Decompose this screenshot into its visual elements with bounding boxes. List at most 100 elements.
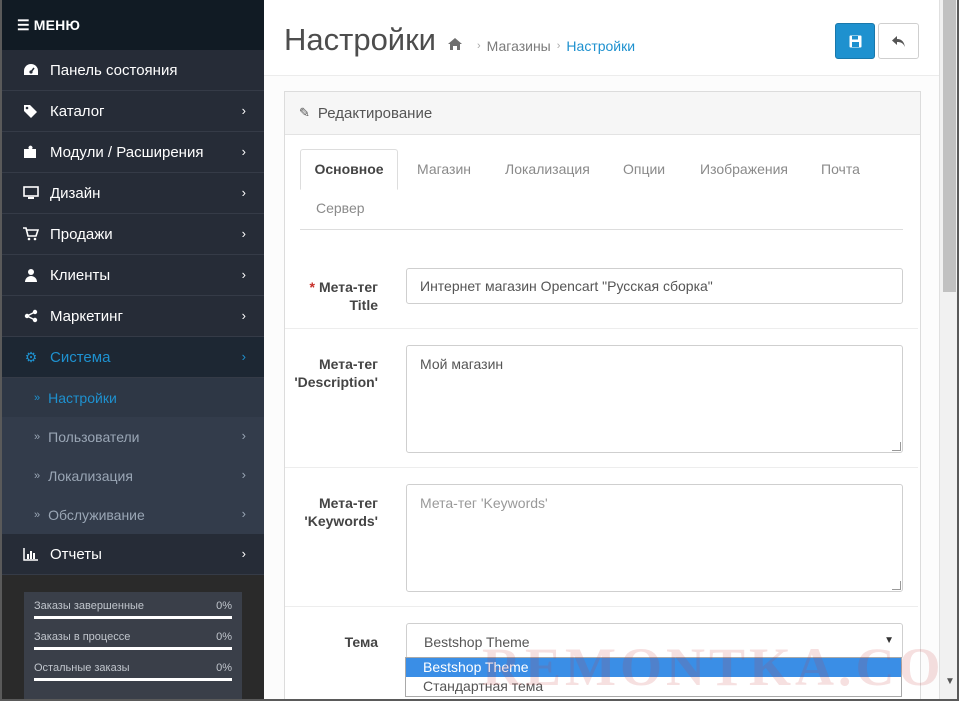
progress-bar	[34, 647, 232, 650]
menu-toggle[interactable]: ☰ МЕНЮ	[2, 0, 264, 50]
meta-title-input[interactable]: Интернет магазин Opencart "Русская сборк…	[406, 268, 903, 304]
chevron-right-icon: ›	[241, 349, 246, 364]
theme-option[interactable]: Стандартная тема	[406, 677, 901, 696]
label-text: Title	[349, 297, 378, 313]
textarea-placeholder: Мета-тег 'Keywords'	[420, 495, 548, 511]
stat-label: Заказы в процессе	[34, 631, 131, 643]
page-header: Настройки › Магазины › Настройки	[264, 0, 939, 76]
gear-icon: ⚙	[24, 348, 38, 365]
select-value: Bestshop Theme	[424, 634, 530, 650]
stat-label: Заказы завершенные	[34, 600, 145, 612]
sidebar-subitem-maintenance[interactable]: » Обслуживание ›	[2, 495, 264, 534]
chevron-right-icon: ›	[241, 546, 246, 561]
double-chevron-icon: »	[34, 430, 41, 443]
tab-options[interactable]: Опции	[623, 161, 665, 177]
theme-dropdown-list: Bestshop Theme Стандартная тема	[405, 657, 902, 697]
reply-icon	[892, 35, 905, 47]
sidebar-item-sales[interactable]: Продажи ›	[2, 214, 264, 255]
edit-panel: ✎ Редактирование Основное Магазин Локали…	[284, 91, 921, 699]
order-stats: Заказы завершенные 0% Заказы в процессе 0%…	[24, 592, 242, 699]
meta-description-textarea[interactable]: Мой магазин	[406, 345, 903, 453]
stat-label: Остальные заказы	[34, 662, 130, 674]
tab-general[interactable]: Основное	[300, 149, 398, 190]
stat-value: 0%	[216, 631, 232, 643]
browser-frame: ☰ МЕНЮ Панель состояния Каталог › Модули…	[0, 0, 959, 701]
progress-bar	[34, 678, 232, 681]
chevron-right-icon: ›	[241, 144, 246, 159]
tab-mail[interactable]: Почта	[821, 161, 860, 177]
sidebar-item-catalog[interactable]: Каталог ›	[2, 91, 264, 132]
resize-grip-icon[interactable]	[892, 581, 901, 590]
breadcrumb-separator: ›	[556, 40, 561, 52]
sidebar-item-dashboard[interactable]: Панель состояния	[2, 50, 264, 91]
theme-select[interactable]: Bestshop Theme ▼	[406, 623, 903, 659]
sidebar-subitem-label: Локализация	[48, 467, 133, 484]
label-text: Мета-тег	[318, 495, 378, 511]
sidebar-subitem-label: Пользователи	[48, 428, 140, 445]
scroll-down-arrow-icon[interactable]: ▼	[945, 676, 955, 687]
double-chevron-icon: »	[34, 391, 41, 404]
sidebar-item-label: Каталог	[50, 102, 105, 120]
sidebar-nav: Панель состояния Каталог › Модули / Расш…	[2, 50, 264, 575]
user-icon	[22, 266, 40, 284]
dashboard-icon	[22, 61, 40, 79]
main-content: Настройки › Магазины › Настройки ✎ Редак…	[264, 0, 939, 699]
floppy-icon	[849, 35, 861, 47]
chevron-right-icon: ›	[241, 267, 246, 282]
form-row-meta-keywords: Мета-тег 'Keywords' Мета-тег 'Keywords'	[285, 467, 918, 607]
sidebar-item-label: Маркетинг	[50, 307, 123, 325]
label-text: Мета-тег	[318, 279, 378, 295]
tab-images[interactable]: Изображения	[700, 161, 788, 177]
share-icon	[22, 307, 40, 325]
label-text: Мета-тег	[318, 356, 378, 372]
sidebar-item-modules[interactable]: Модули / Расширения ›	[2, 132, 264, 173]
sidebar-item-label: Модули / Расширения	[50, 143, 204, 161]
sidebar-item-label: Клиенты	[50, 266, 111, 284]
form-row-meta-title: * Мета-тег Title Интернет магазин Opencar…	[285, 252, 918, 328]
puzzle-icon	[22, 143, 40, 161]
save-button[interactable]	[835, 23, 875, 59]
chevron-right-icon: ›	[241, 506, 246, 521]
progress-bar	[34, 616, 232, 619]
tags-icon	[22, 102, 40, 120]
settings-tabs: Основное Магазин Локализация Опции Изобр…	[300, 149, 903, 230]
sidebar-item-reports[interactable]: Отчеты ›	[2, 534, 264, 575]
sidebar-item-marketing[interactable]: Маркетинг ›	[2, 296, 264, 337]
double-chevron-icon: »	[34, 469, 41, 482]
chevron-right-icon: ›	[241, 467, 246, 482]
chevron-right-icon: ›	[241, 308, 246, 323]
scrollbar-thumb[interactable]	[943, 0, 956, 292]
sidebar-item-design[interactable]: Дизайн ›	[2, 173, 264, 214]
caret-down-icon: ▼	[884, 635, 894, 646]
home-icon[interactable]	[447, 37, 463, 55]
double-chevron-icon: »	[34, 508, 41, 521]
tab-store[interactable]: Магазин	[417, 161, 471, 177]
stat-value: 0%	[216, 662, 232, 674]
stat-completed: Заказы завершенные 0%	[34, 600, 232, 619]
tab-server[interactable]: Сервер	[316, 200, 365, 216]
sidebar-item-label: Панель состояния	[50, 61, 178, 79]
stat-value: 0%	[216, 600, 232, 612]
sidebar-subitem-localisation[interactable]: » Локализация ›	[2, 456, 264, 495]
chevron-right-icon: ›	[241, 185, 246, 200]
sidebar-item-label: Система	[50, 348, 111, 366]
sidebar-item-customers[interactable]: Клиенты ›	[2, 255, 264, 296]
theme-option[interactable]: Bestshop Theme	[406, 658, 901, 677]
breadcrumb: › Магазины › Настройки	[447, 37, 635, 55]
breadcrumb-stores[interactable]: Магазины	[487, 38, 551, 54]
breadcrumb-settings[interactable]: Настройки	[566, 38, 635, 54]
vertical-scrollbar[interactable]: ▼	[939, 0, 957, 699]
chevron-right-icon: ›	[241, 428, 246, 443]
sidebar-subitem-settings[interactable]: » Настройки	[2, 378, 264, 417]
menu-label: МЕНЮ	[33, 17, 81, 33]
tab-localisation[interactable]: Локализация	[505, 161, 590, 177]
panel-title: Редактирование	[317, 104, 433, 122]
pencil-icon: ✎	[299, 105, 310, 120]
back-button[interactable]	[878, 23, 919, 59]
meta-keywords-textarea[interactable]: Мета-тег 'Keywords'	[406, 484, 903, 592]
cart-icon	[22, 225, 40, 243]
monitor-icon	[22, 184, 40, 202]
resize-grip-icon[interactable]	[892, 442, 901, 451]
sidebar-subitem-users[interactable]: » Пользователи ›	[2, 417, 264, 456]
sidebar-item-system[interactable]: ⚙ Система ›	[2, 337, 264, 378]
